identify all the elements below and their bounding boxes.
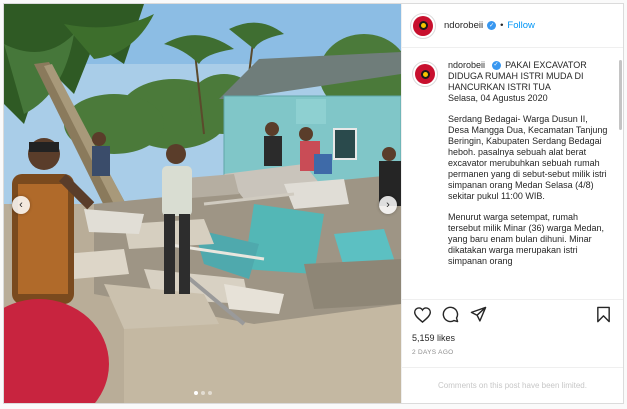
save-button[interactable] [593, 305, 613, 325]
heart-icon [413, 306, 431, 323]
carousel-dot [193, 391, 198, 395]
avatar-logo [415, 64, 435, 84]
post-sidebar: ndorobeii ✓ • Follow ndorobeii ✓ PAKAI E… [401, 4, 623, 403]
demolition-scene-image [4, 4, 401, 403]
username-link[interactable]: ndorobeii [444, 20, 483, 31]
action-bar [402, 299, 623, 329]
avatar-logo [413, 15, 433, 36]
comment-icon [442, 306, 458, 323]
avatar-logo-center [418, 21, 428, 30]
carousel-next-button[interactable]: › [379, 196, 397, 214]
carousel-indicator [4, 391, 401, 395]
instagram-post: ‹ › ndorobeii ✓ • Follow ndorobeii ✓ PAK… [3, 3, 624, 404]
share-button[interactable] [468, 305, 488, 325]
caption-avatar[interactable] [412, 61, 438, 87]
post-photo[interactable]: ‹ › [4, 4, 401, 403]
carousel-dot [207, 391, 212, 395]
verified-badge-icon: ✓ [491, 61, 501, 71]
avatar-logo-center [420, 69, 430, 79]
paper-plane-icon [470, 306, 486, 322]
likes-count[interactable]: 5,159 likes [402, 329, 623, 347]
chevron-right-icon: › [386, 199, 390, 211]
caption-date: Selasa, 04 Agustus 2020 [448, 93, 548, 103]
post-header: ndorobeii ✓ • Follow [402, 4, 623, 48]
verified-badge-icon: ✓ [487, 21, 497, 30]
comment-button[interactable] [440, 305, 460, 325]
header-separator: • [500, 20, 504, 31]
caption-scrollbar[interactable] [619, 60, 622, 130]
avatar[interactable] [410, 12, 436, 39]
bookmark-icon [596, 306, 610, 323]
caption-paragraph-1: Serdang Bedagai- Warga Dusun II, Desa Ma… [448, 114, 608, 201]
chevron-left-icon: ‹ [19, 199, 23, 211]
like-button[interactable] [412, 305, 432, 325]
follow-button[interactable]: Follow [507, 20, 534, 31]
caption-paragraph-2: Menurut warga setempat, rumah tersebut m… [448, 212, 605, 266]
caption-area[interactable]: ndorobeii ✓ PAKAI EXCAVATOR DIDUGA RUMAH… [402, 48, 623, 299]
carousel-prev-button[interactable]: ‹ [12, 196, 30, 214]
post-timestamp[interactable]: 2 DAYS AGO [402, 347, 623, 367]
caption-text: ndorobeii ✓ PAKAI EXCAVATOR DIDUGA RUMAH… [448, 60, 608, 299]
carousel-dot [200, 391, 205, 395]
caption-username[interactable]: ndorobeii [448, 60, 485, 70]
comments-limited-notice: Comments on this post have been limited. [402, 367, 623, 403]
